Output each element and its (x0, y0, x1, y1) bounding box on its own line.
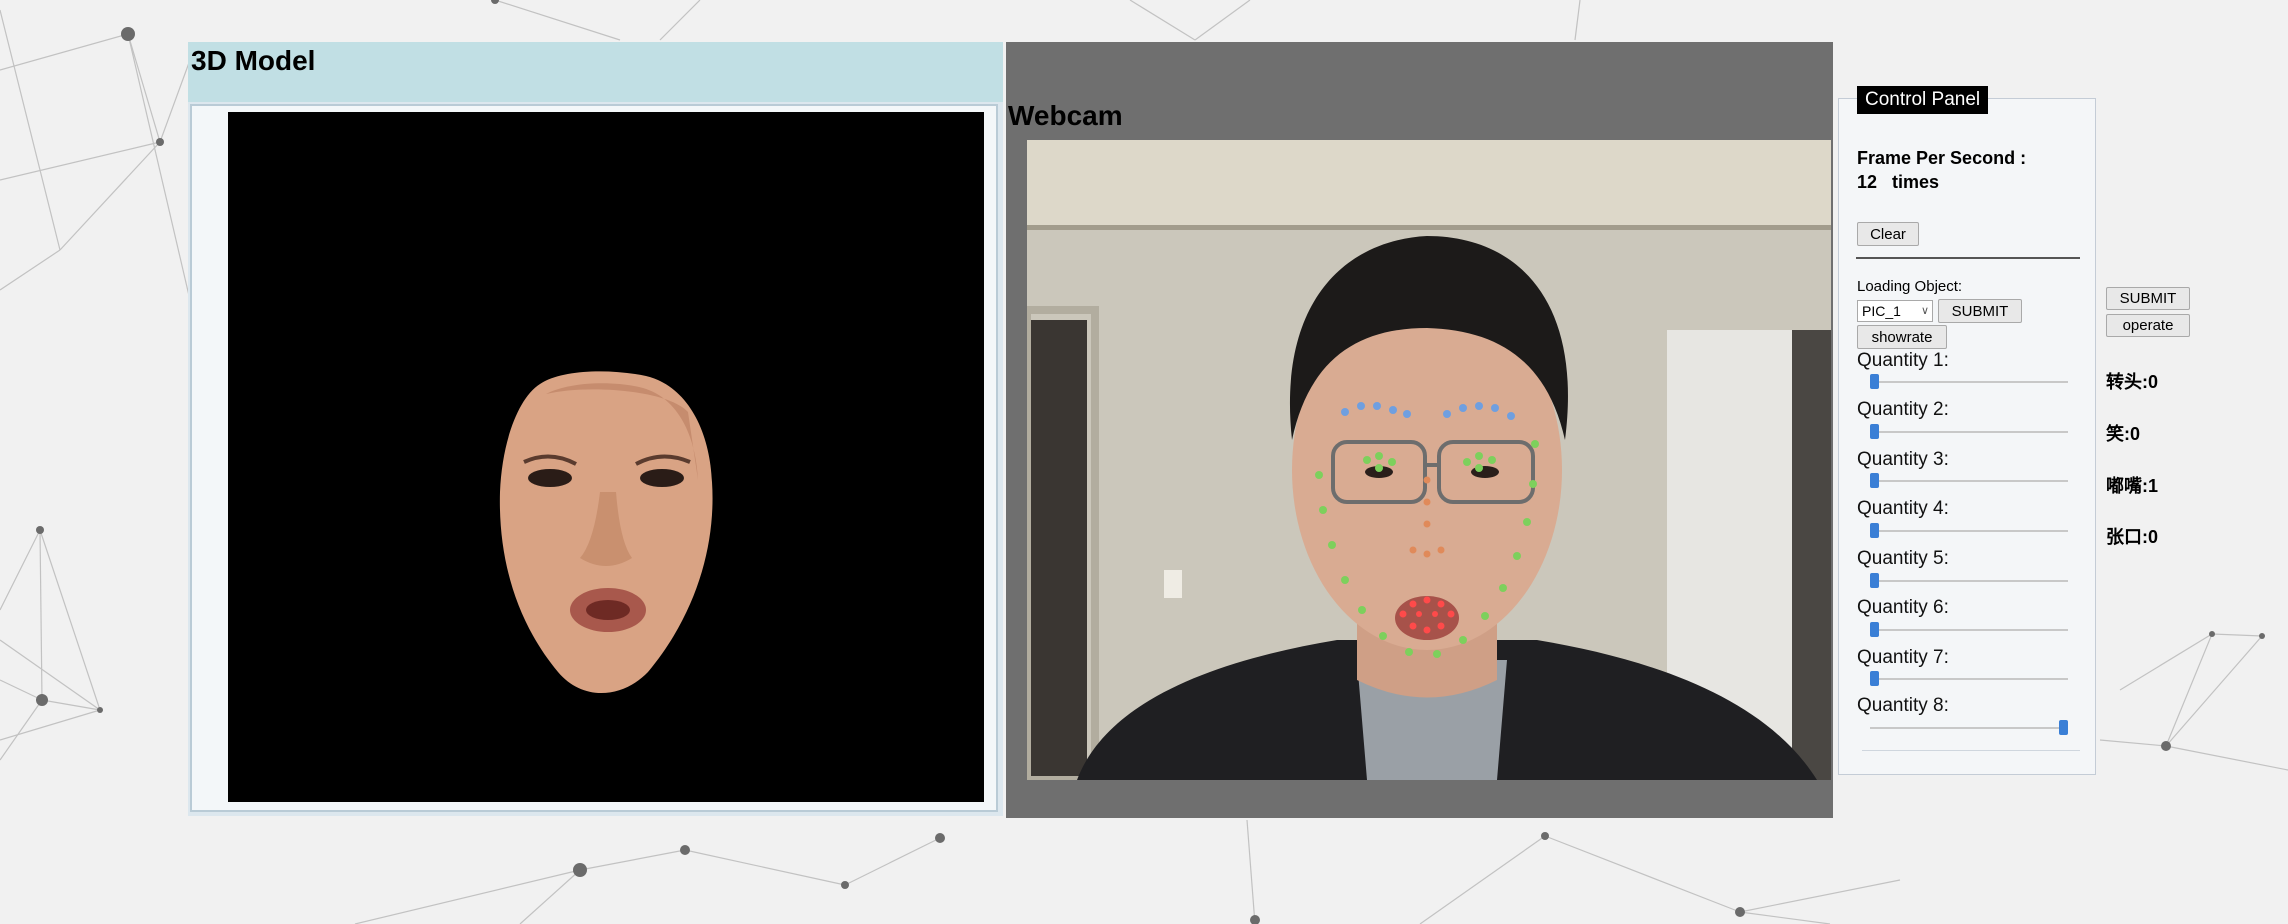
quantity-4-thumb[interactable] (1870, 523, 1879, 538)
quantity-5-label: Quantity 5: (1857, 548, 1949, 569)
turn-head-stat: 转头:0 (2106, 372, 2159, 392)
webcam-title: Webcam (1008, 100, 1123, 131)
smile-stat: 笑:0 (2106, 424, 2141, 444)
quantity-2-label: Quantity 2: (1857, 399, 1949, 420)
model-canvas[interactable] (228, 112, 984, 802)
quantity-3-label: Quantity 3: (1857, 449, 1949, 470)
side-submit-button[interactable]: SUBMIT (2106, 287, 2190, 310)
quantity-8-label: Quantity 8: (1857, 695, 1949, 716)
load-submit-button[interactable]: SUBMIT (1938, 299, 2022, 323)
quantity-5-slider[interactable] (1870, 573, 2068, 588)
quantity-7-slider[interactable] (1870, 671, 2068, 686)
showrate-button[interactable]: showrate (1857, 325, 1947, 349)
quantity-1-label: Quantity 1: (1857, 350, 1949, 371)
quantity-7-label: Quantity 7: (1857, 647, 1949, 668)
fps-label: Frame Per Second : (1857, 148, 2027, 168)
quantity-4-slider[interactable] (1870, 523, 2068, 538)
quantity-6-label: Quantity 6: (1857, 597, 1949, 618)
quantity-1-thumb[interactable] (1870, 374, 1879, 389)
object-select[interactable]: PIC_1 ∨ (1857, 300, 1933, 322)
quantity-6-thumb[interactable] (1870, 622, 1879, 637)
operate-button[interactable]: operate (2106, 314, 2190, 337)
object-select-value: PIC_1 (1862, 303, 1901, 319)
open-mouth-stat: 张口:0 (2106, 527, 2159, 547)
clear-button[interactable]: Clear (1857, 222, 1919, 246)
webcam-video (1027, 140, 1831, 780)
model-panel-header: 3D Model (188, 42, 1003, 102)
model-title: 3D Model (191, 45, 316, 76)
control-panel-bottom-rule (1862, 750, 2080, 751)
quantity-2-slider[interactable] (1870, 424, 2068, 439)
quantity-3-thumb[interactable] (1870, 473, 1879, 488)
quantity-4-label: Quantity 4: (1857, 498, 1949, 519)
control-panel-divider (1856, 257, 2080, 259)
pout-stat: 嘟嘴:1 (2106, 476, 2159, 496)
quantity-2-thumb[interactable] (1870, 424, 1879, 439)
quantity-6-slider[interactable] (1870, 622, 2068, 637)
quantity-8-slider[interactable] (1870, 720, 2068, 735)
control-panel-title: Control Panel (1857, 86, 1989, 114)
quantity-5-thumb[interactable] (1870, 573, 1879, 588)
chevron-down-icon: ∨ (1920, 305, 1929, 317)
loading-object-label: Loading Object: (1857, 278, 1963, 295)
quantity-8-thumb[interactable] (2059, 720, 2068, 735)
quantity-1-slider[interactable] (1870, 374, 2068, 389)
quantity-3-slider[interactable] (1870, 473, 2068, 488)
quantity-7-thumb[interactable] (1870, 671, 1879, 686)
fps-value: 12 times (1857, 172, 1940, 192)
